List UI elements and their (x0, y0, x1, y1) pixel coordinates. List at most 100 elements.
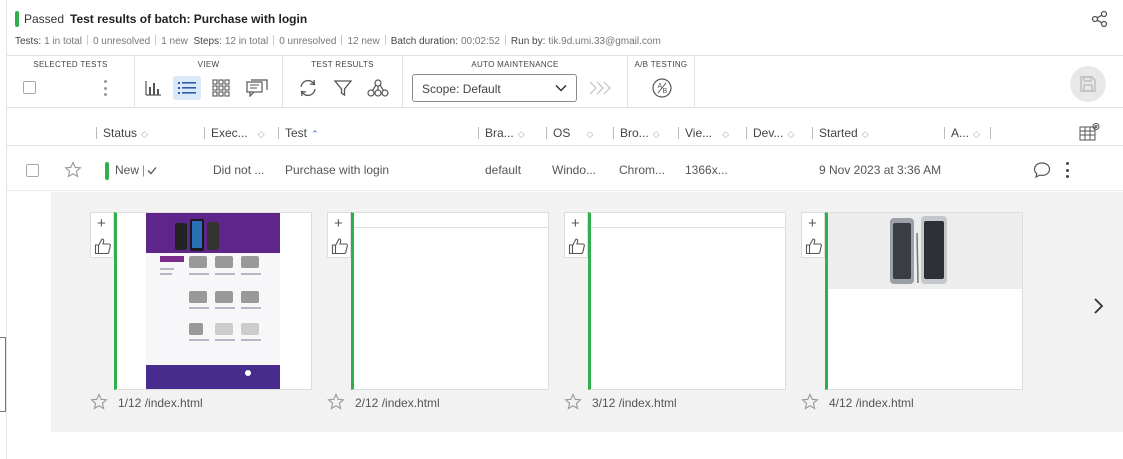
screenshot-thumbnail (828, 213, 1022, 389)
save-button[interactable] (1070, 66, 1106, 102)
step-name: 2/12 /index.html (355, 396, 440, 410)
row-status: New (115, 163, 140, 177)
thumbs-up-icon[interactable] (805, 237, 823, 255)
chart-view-icon[interactable] (139, 76, 167, 100)
auto-maintain-forward-icon[interactable] (587, 76, 615, 100)
step-actions: + (90, 212, 114, 258)
view-label: VIEW (197, 60, 220, 69)
duration-label: Batch duration: (390, 36, 458, 47)
step-star-icon[interactable] (90, 393, 108, 411)
add-region-icon[interactable]: + (97, 215, 106, 232)
steps-label: Steps: (193, 36, 222, 47)
comments-view-icon[interactable] (243, 76, 271, 100)
runby-label: Run by: (510, 36, 546, 47)
table-row[interactable]: New | Did not ... Purchase with login de… (7, 151, 1123, 191)
step-thumbnail[interactable] (825, 212, 1023, 390)
row-started: 9 Nov 2023 at 3:36 AM (819, 163, 942, 177)
step-card[interactable]: + 2/12 /index.html (327, 212, 549, 422)
thumbs-up-icon[interactable] (331, 237, 349, 255)
share-icon[interactable] (1091, 10, 1109, 28)
test-results-group: TEST RESULTS (283, 56, 403, 108)
column-test[interactable]: Test ⌃ (278, 126, 319, 140)
ab-testing-icon[interactable]: AB (648, 76, 676, 100)
check-icon[interactable] (147, 166, 157, 175)
batch-stats: Tests: 1 in total 0 unresolved 1 new Steps:… (15, 35, 661, 47)
auto-maintenance-label: AUTO MAINTENANCE (471, 60, 559, 69)
row-checkbox[interactable] (26, 164, 39, 177)
column-settings-icon[interactable] (1079, 122, 1101, 142)
row-os: Windo... (552, 163, 597, 177)
column-execution[interactable]: Exec... ◇ (204, 126, 265, 140)
refresh-icon[interactable] (294, 76, 322, 100)
add-region-icon[interactable]: + (571, 215, 580, 232)
next-steps-button[interactable] (1088, 293, 1108, 319)
comment-icon[interactable] (1033, 161, 1051, 179)
batch-header: Passed Test results of batch: Purchase w… (7, 0, 1123, 56)
step-actions: + (801, 212, 825, 258)
row-menu-icon[interactable] (1065, 162, 1069, 178)
star-icon[interactable] (64, 161, 82, 179)
group-by-icon[interactable] (364, 76, 392, 100)
column-branch[interactable]: Bra... ◇ (478, 126, 525, 140)
tests-new: 1 new (161, 36, 188, 47)
selected-tests-group: SELECTED TESTS (7, 56, 135, 108)
batch-duration: 00:02:52 (460, 36, 500, 47)
row-test-name[interactable]: Purchase with login (285, 163, 389, 177)
step-actions: + (564, 212, 588, 258)
column-device[interactable]: Dev... ◇ (746, 126, 794, 140)
save-icon (1080, 76, 1096, 92)
step-star-icon[interactable] (327, 393, 345, 411)
tests-label: Tests: (15, 36, 42, 47)
step-thumbnail[interactable] (351, 212, 549, 390)
select-all-checkbox[interactable] (23, 81, 36, 94)
step-card[interactable]: + 1/12 /index.html (90, 212, 312, 422)
row-viewport: 1366x... (685, 163, 728, 177)
thumbs-up-icon[interactable] (568, 237, 586, 255)
step-actions: + (327, 212, 351, 258)
ab-testing-label: A/B TESTING (634, 60, 688, 69)
view-group: VIEW (135, 56, 283, 108)
row-execution: Did not ... (213, 163, 265, 177)
selected-tests-label: SELECTED TESTS (33, 60, 108, 69)
grid-view-icon[interactable] (207, 76, 235, 100)
row-branch: default (485, 163, 522, 177)
add-region-icon[interactable]: + (808, 215, 817, 232)
steps-total: 12 in total (224, 36, 269, 47)
column-started[interactable]: Started ◇ (812, 126, 869, 140)
step-thumbnail[interactable] (588, 212, 786, 390)
auto-maintenance-group: AUTO MAINTENANCE Scope: Default (403, 56, 628, 108)
left-panel-handle[interactable] (0, 337, 6, 412)
results-toolbar: SELECTED TESTS VIEW TEST RESULTS AUTO MA… (7, 56, 1123, 108)
tests-unresolved: 0 unresolved (92, 36, 151, 47)
filter-icon[interactable] (329, 76, 357, 100)
column-os[interactable]: OS ◇ (546, 126, 593, 140)
batch-title: Test results of batch: Purchase with log… (70, 12, 308, 26)
tests-total: 1 in total (44, 36, 82, 47)
step-name: 4/12 /index.html (829, 396, 914, 410)
add-region-icon[interactable]: + (334, 215, 343, 232)
step-star-icon[interactable] (564, 393, 582, 411)
step-card[interactable]: + 3/12 /index.html (564, 212, 786, 422)
thumbs-up-icon[interactable] (94, 237, 112, 255)
chevron-right-icon (1094, 298, 1104, 314)
run-by-user: tik.9d.umi.33@gmail.com (548, 36, 661, 47)
selected-tests-menu-icon[interactable] (103, 80, 107, 96)
step-card[interactable]: + 4/12 /index.html (801, 212, 1023, 422)
row-browser: Chrom... (619, 163, 666, 177)
scope-select[interactable]: Scope: Default (412, 74, 577, 102)
step-name: 1/12 /index.html (118, 396, 203, 410)
step-thumbnail[interactable] (114, 212, 312, 390)
new-status-indicator (105, 162, 109, 180)
step-star-icon[interactable] (801, 393, 819, 411)
column-viewport[interactable]: Vie... ◇ (678, 126, 729, 140)
chevron-down-icon (555, 84, 567, 92)
ab-testing-group: A/B TESTING AB (628, 56, 695, 108)
column-status[interactable]: Status ◇ (96, 126, 148, 140)
status-indicator (15, 11, 19, 27)
svg-text:B: B (663, 88, 668, 95)
test-results-label: TEST RESULTS (311, 60, 374, 69)
list-view-icon[interactable] (173, 76, 201, 100)
column-browser[interactable]: Bro... ◇ (613, 126, 660, 140)
column-accessibility[interactable]: A... ◇ (944, 126, 997, 140)
batch-status: Passed (24, 12, 65, 26)
